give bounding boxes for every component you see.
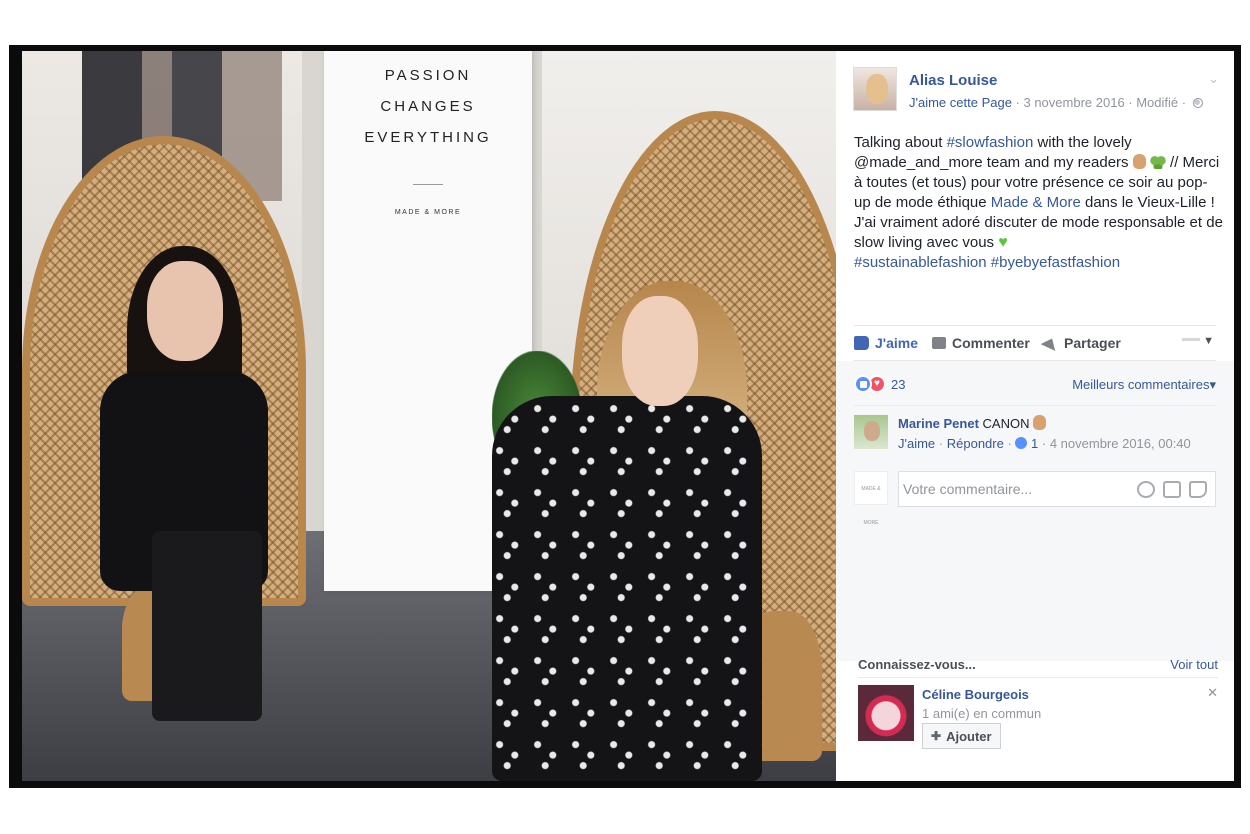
feedback-area: ♥ 23 Meilleurs commentaires▾ Marine Pene… — [836, 361, 1234, 661]
commenter-name[interactable]: Marine Penet — [898, 416, 979, 431]
like-reaction-icon — [854, 375, 872, 393]
reaction-summary[interactable]: ♥ 23 — [854, 375, 905, 393]
person-left-face — [147, 261, 223, 361]
dropdown-arrow-icon: ▾ — [1209, 377, 1216, 392]
comment-reply-link[interactable]: Répondre — [947, 436, 1004, 451]
page-link[interactable]: Made & More — [991, 194, 1081, 211]
close-icon[interactable]: ✕ — [1207, 685, 1218, 701]
sort-comments-dropdown[interactable]: Meilleurs commentaires▾ — [1072, 377, 1216, 393]
add-friend-button[interactable]: ✚ Ajouter — [922, 723, 1001, 749]
post-date: · 3 novembre 2016 · Modifié · — [1011, 95, 1190, 110]
camera-icon[interactable] — [1163, 481, 1181, 498]
post-photo[interactable]: PASSION CHANGES EVERYTHING MADE & MORE — [22, 51, 836, 781]
add-friend-icon: ✚ — [931, 729, 942, 743]
comment-item: Marine Penet CANON J'aime · Répondre · 1… — [854, 415, 1216, 461]
post-header: Alias Louise J'aime cette Page · 3 novem… — [853, 67, 1223, 113]
comment-body: Marine Penet CANON — [898, 415, 1047, 431]
people-you-may-know: Connaissez-vous... Voir tout Céline Bour… — [836, 645, 1234, 765]
banner-line: CHANGES — [380, 98, 476, 115]
commenter-avatar[interactable] — [854, 415, 888, 449]
post-meta: J'aime cette Page · 3 novembre 2016 · Mo… — [909, 95, 1203, 110]
chevron-down-icon[interactable]: ⌄ — [1208, 71, 1219, 87]
post-text: Talking about #slowfashion with the love… — [854, 133, 1224, 273]
banner-line: EVERYTHING — [364, 129, 492, 146]
banner-line: PASSION — [384, 67, 472, 84]
audience-icon — [1182, 338, 1201, 341]
clover-emoji-icon — [1149, 155, 1166, 169]
comment-icon — [932, 337, 946, 349]
green-heart-emoji-icon: ♥ — [998, 234, 1008, 251]
composer-tools — [1137, 481, 1207, 498]
share-label: Partager — [1064, 335, 1121, 351]
hashtag-link[interactable]: #byebyefastfashion — [991, 254, 1120, 271]
add-friend-label: Ajouter — [946, 728, 992, 744]
banner-brand: MADE & MORE — [394, 209, 462, 216]
reaction-count: 23 — [891, 376, 906, 392]
sort-comments-label: Meilleurs commentaires — [1072, 377, 1210, 392]
thumbs-up-icon — [854, 336, 869, 350]
suggestion-card: Céline Bourgeois 1 ami(e) en commun ✚ Ajo… — [858, 685, 1218, 755]
author-name[interactable]: Alias Louise — [909, 72, 997, 89]
person-right-face — [622, 296, 698, 406]
comment-placeholder: Votre commentaire... — [903, 481, 1033, 497]
comment-like-link[interactable]: J'aime — [898, 436, 935, 451]
like-button[interactable]: J'aime — [854, 335, 918, 351]
audience-dropdown[interactable]: ▼ — [1182, 335, 1214, 347]
person-right-dress — [492, 396, 762, 781]
person-left-legs — [152, 531, 262, 721]
hashtag-link[interactable]: #slowfashion — [947, 134, 1034, 151]
comment-input[interactable]: Votre commentaire... — [898, 471, 1216, 507]
banner-divider — [413, 184, 443, 185]
ok-hand-emoji-icon — [1132, 154, 1146, 169]
suggestion-avatar[interactable] — [858, 685, 914, 741]
globe-icon — [1192, 98, 1203, 108]
sticker-icon[interactable] — [1189, 481, 1207, 498]
mutual-friends[interactable]: 1 ami(e) en commun — [922, 706, 1041, 721]
emoji-icon[interactable] — [1137, 481, 1155, 498]
comment-text: CANON — [982, 416, 1030, 431]
divider — [858, 677, 1218, 678]
share-button[interactable]: Partager — [1040, 335, 1121, 351]
author-avatar[interactable] — [853, 67, 897, 111]
pymk-title: Connaissez-vous... — [858, 657, 976, 672]
comment-meta: J'aime · Répondre · 1 · 4 novembre 2016,… — [898, 436, 1191, 451]
page-avatar: MADE & MORE — [854, 471, 888, 526]
comment-date: 4 novembre 2016, 00:40 — [1049, 436, 1191, 451]
post-actions: J'aime Commenter Partager ▼ — [854, 325, 1216, 361]
post-text-part: Talking about — [854, 134, 947, 151]
divider — [854, 405, 1216, 406]
like-page-link[interactable]: J'aime cette Page — [909, 95, 1012, 110]
share-icon — [1040, 335, 1060, 351]
comment-like-count[interactable]: 1 — [1031, 436, 1038, 451]
comment-button[interactable]: Commenter — [932, 335, 1030, 351]
suggestion-name[interactable]: Céline Bourgeois — [922, 687, 1029, 702]
ok-hand-emoji-icon — [1033, 415, 1047, 430]
like-reaction-icon — [1015, 437, 1028, 449]
post-panel: Alias Louise J'aime cette Page · 3 novem… — [836, 51, 1234, 781]
comment-composer: MADE & MORE Votre commentaire... — [854, 469, 1216, 526]
hashtag-link[interactable]: #sustainablefashion — [854, 254, 987, 271]
comment-label: Commenter — [952, 335, 1030, 351]
like-label: J'aime — [875, 335, 919, 351]
see-all-link[interactable]: Voir tout — [1170, 657, 1218, 672]
